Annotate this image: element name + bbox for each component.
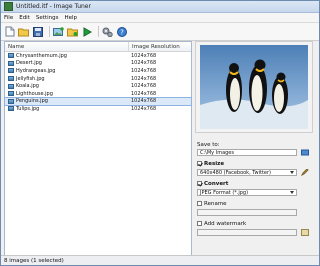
file-resolution: 1024x768 <box>131 75 157 82</box>
image-file-icon <box>8 106 14 112</box>
chevron-down-icon <box>290 191 294 194</box>
file-name: Tulips.jpg <box>16 105 40 112</box>
open-folder-icon[interactable] <box>18 26 29 37</box>
image-list[interactable]: Name Image Resolution Chrysanthemum.jpg … <box>4 41 192 256</box>
resize-checkbox[interactable] <box>197 161 202 166</box>
rename-option[interactable]: Rename <box>197 201 227 207</box>
file-resolution: 1024x768 <box>131 52 157 59</box>
watermark-input[interactable] <box>197 229 297 236</box>
watermark-option[interactable]: Add watermark <box>197 221 246 227</box>
convert-option[interactable]: Convert <box>197 181 228 187</box>
save-icon[interactable] <box>32 26 43 37</box>
image-file-icon <box>8 76 14 82</box>
file-resolution: 1024x768 <box>131 67 157 74</box>
save-to-label: Save to: <box>197 142 220 148</box>
list-item-selected[interactable]: Penguins.jpg 1024x768 <box>4 96 192 107</box>
title-bar: Untitled.itf - Image Tuner <box>1 1 319 13</box>
resize-option[interactable]: Resize <box>197 161 224 167</box>
file-resolution: 1024x768 <box>131 90 157 97</box>
image-file-icon <box>8 60 14 66</box>
watermark-label: Add watermark <box>204 221 247 227</box>
window-title: Untitled.itf - Image Tuner <box>16 3 91 10</box>
image-file-icon <box>8 98 14 104</box>
image-file-icon <box>8 83 14 89</box>
watermark-checkbox[interactable] <box>197 221 202 226</box>
rename-pattern-input[interactable] <box>197 209 297 216</box>
file-name: Desert.jpg <box>16 60 42 67</box>
menu-help[interactable]: Help <box>64 15 77 21</box>
help-icon[interactable]: ? <box>116 26 127 37</box>
main-content: Name Image Resolution Chrysanthemum.jpg … <box>4 41 316 256</box>
file-name: Koala.jpg <box>16 83 39 90</box>
image-preview <box>195 41 313 133</box>
list-item[interactable]: Chrysanthemum.jpg 1024x768 <box>5 52 191 60</box>
convert-format-dropdown[interactable]: JPEG Format (*.jpg) <box>197 189 297 196</box>
file-name: Hydrangeas.jpg <box>16 67 56 74</box>
menu-settings[interactable]: Settings <box>36 15 59 21</box>
watermark-image-icon[interactable] <box>301 229 309 236</box>
convert-format-value: JPEG Format (*.jpg) <box>200 189 249 196</box>
column-header-name[interactable]: Name <box>5 42 129 51</box>
status-text: 8 images (1 selected) <box>4 257 64 264</box>
resize-label: Resize <box>204 161 225 167</box>
resize-preset-dropdown[interactable]: 640x480 (Facebook, Twitter) <box>197 169 297 176</box>
run-icon[interactable] <box>81 26 92 37</box>
menu-bar: File Edit Settings Help <box>1 13 319 23</box>
list-item[interactable]: Lighthouse.jpg 1024x768 <box>5 90 191 98</box>
toolbar-separator <box>49 26 50 37</box>
edit-preset-icon[interactable] <box>301 169 309 176</box>
file-resolution: 1024x768 <box>131 60 157 67</box>
column-header-resolution[interactable]: Image Resolution <box>129 44 180 50</box>
toolbar-separator <box>98 26 99 37</box>
app-window: Untitled.itf - Image Tuner File Edit Set… <box>0 0 320 266</box>
settings-panel: Save to: C:\My Images Resize 640x480 (Fa… <box>195 41 316 256</box>
list-item[interactable]: Tulips.jpg 1024x768 <box>5 105 191 113</box>
menu-edit[interactable]: Edit <box>19 15 30 21</box>
app-icon <box>4 2 13 11</box>
list-item[interactable]: Jellyfish.jpg 1024x768 <box>5 75 191 83</box>
browse-folder-icon[interactable] <box>301 149 309 156</box>
svg-text:?: ? <box>120 28 124 36</box>
file-resolution: 1024x768 <box>131 105 157 112</box>
rename-label: Rename <box>204 201 227 207</box>
chevron-down-icon <box>290 171 294 174</box>
convert-label: Convert <box>204 181 229 187</box>
add-images-icon[interactable] <box>53 26 64 37</box>
image-file-icon <box>8 68 14 74</box>
save-to-input[interactable]: C:\My Images <box>197 149 297 156</box>
file-name: Jellyfish.jpg <box>16 75 45 82</box>
image-file-icon <box>8 91 14 97</box>
list-item[interactable]: Desert.jpg 1024x768 <box>5 60 191 68</box>
add-folder-icon[interactable] <box>67 26 78 37</box>
settings-gears-icon[interactable] <box>102 26 113 37</box>
file-name: Chrysanthemum.jpg <box>16 52 67 59</box>
resize-preset-value: 640x480 (Facebook, Twitter) <box>200 169 271 176</box>
list-header: Name Image Resolution <box>5 42 191 52</box>
rename-checkbox[interactable] <box>197 201 202 206</box>
penguins-preview-image <box>200 45 308 129</box>
toolbar: ? <box>1 23 319 41</box>
file-resolution: 1024x768 <box>131 83 157 90</box>
status-bar: 8 images (1 selected) <box>1 255 319 265</box>
file-name: Penguins.jpg <box>16 98 48 105</box>
list-item[interactable]: Koala.jpg 1024x768 <box>5 82 191 90</box>
file-resolution: 1024x768 <box>131 98 157 105</box>
file-name: Lighthouse.jpg <box>16 90 53 97</box>
list-item[interactable]: Hydrangeas.jpg 1024x768 <box>5 67 191 75</box>
image-file-icon <box>8 53 14 59</box>
new-file-icon[interactable] <box>4 26 15 37</box>
convert-checkbox[interactable] <box>197 181 202 186</box>
menu-file[interactable]: File <box>4 15 13 21</box>
